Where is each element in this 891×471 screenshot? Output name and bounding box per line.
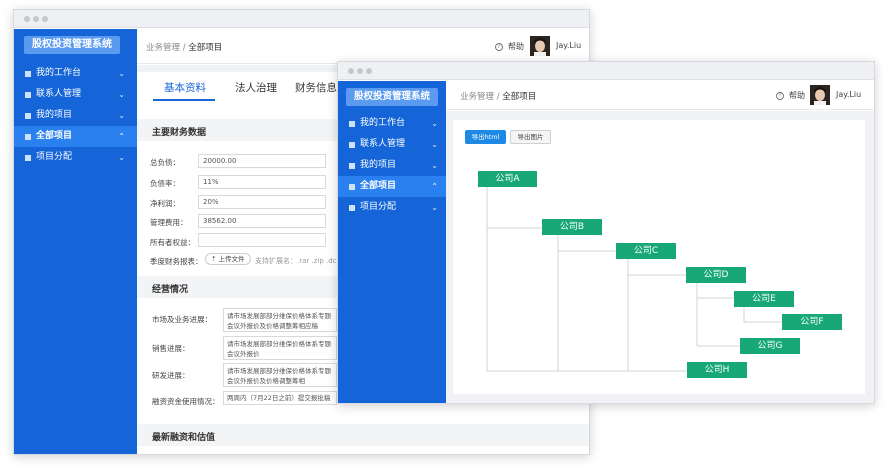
menu-square-icon	[25, 155, 31, 161]
report-label: 季度财务报表：	[150, 257, 203, 266]
sales-progress-textarea[interactable]: 请市场发展部部分维保价格体系专题会议外报价	[223, 336, 337, 360]
sidebar-item-all-projects[interactable]: 全部项目 ⌃	[338, 176, 446, 197]
sidebar-item-my-projects[interactable]: 我的项目 ⌄	[14, 105, 137, 126]
tab-finance[interactable]: 财务信息	[295, 80, 337, 95]
company-node-d[interactable]: 公司D	[686, 267, 746, 283]
company-node-g[interactable]: 公司G	[740, 338, 800, 354]
app-brand: 股权投资管理系统	[24, 36, 120, 54]
sidebar-item-contacts[interactable]: 联系人管理 ⌄	[14, 84, 137, 105]
field-label: 管理费用：	[150, 218, 188, 227]
chevron-up-icon: ⌃	[431, 182, 438, 191]
management-fee-input[interactable]: 38562.00	[198, 214, 326, 228]
ops-label: 销售进展：	[152, 344, 190, 353]
ops-label: 融资资金使用情况：	[152, 397, 220, 406]
field-label: 所有者权益：	[150, 238, 195, 247]
avatar[interactable]	[810, 85, 830, 105]
breadcrumb: 业务管理 / 全部项目	[460, 90, 536, 102]
breadcrumb-parent[interactable]: 业务管理 /	[460, 92, 500, 102]
debt-ratio-input[interactable]: 11%	[198, 175, 326, 189]
field-label: 净利润：	[150, 199, 180, 208]
sidebar-item-project-assign[interactable]: 项目分配 ⌄	[338, 197, 446, 218]
sidebar-nav: 我的工作台 ⌄ 联系人管理 ⌄ 我的项目 ⌄ 全部项目 ⌃ 项目分配 ⌄	[338, 113, 446, 218]
owner-equity-input[interactable]	[198, 233, 326, 247]
sidebar-item-project-assign[interactable]: 项目分配 ⌄	[14, 147, 137, 168]
chevron-down-icon: ⌄	[118, 153, 125, 162]
total-liability-input[interactable]: 20000.00	[198, 154, 326, 168]
breadcrumb: 业务管理 / 全部项目	[146, 41, 222, 53]
active-tab-indicator	[153, 99, 215, 101]
sidebar-item-workbench[interactable]: 我的工作台 ⌄	[14, 63, 137, 84]
upload-button[interactable]: ⇡ 上传文件	[205, 253, 251, 265]
company-node-a[interactable]: 公司A	[478, 171, 537, 187]
company-node-h[interactable]: 公司H	[687, 362, 747, 378]
menu-square-icon	[25, 134, 31, 140]
company-node-b[interactable]: 公司B	[542, 219, 602, 235]
question-icon: ?	[776, 91, 784, 100]
company-node-c[interactable]: 公司C	[616, 243, 676, 259]
menu-square-icon	[349, 184, 355, 190]
chevron-down-icon: ⌄	[431, 161, 438, 170]
breadcrumb-current: 全部项目	[502, 92, 537, 102]
chevron-up-icon: ⌃	[118, 132, 125, 141]
ops-label: 市场及业务进展：	[152, 315, 212, 324]
export-image-button[interactable]: 导出图片	[510, 130, 551, 144]
sidebar-item-all-projects[interactable]: 全部项目 ⌃	[14, 126, 137, 147]
sidebar-nav: 我的工作台 ⌄ 联系人管理 ⌄ 我的项目 ⌄ 全部项目 ⌃ 项目分配 ⌄	[14, 63, 137, 168]
upload-icon: ⇡	[211, 255, 219, 263]
avatar[interactable]	[530, 36, 550, 56]
window-titlebar	[14, 10, 589, 28]
help-link[interactable]: ? 帮助	[495, 41, 524, 52]
user-name[interactable]: Jay.Liu	[556, 41, 581, 50]
menu-square-icon	[349, 163, 355, 169]
top-header: 业务管理 / 全部项目 ? 帮助 Jay.Liu	[446, 80, 874, 110]
menu-square-icon	[349, 121, 355, 127]
section-funding: 最新融资和估值	[137, 424, 589, 446]
menu-square-icon	[25, 92, 31, 98]
menu-square-icon	[349, 142, 355, 148]
rd-progress-textarea[interactable]: 请市场发展部部分维保价格体系专题会议外报价及价格调整筹相	[223, 363, 337, 387]
field-label: 总负债：	[150, 158, 180, 167]
help-link[interactable]: ? 帮助	[776, 90, 805, 101]
breadcrumb-parent[interactable]: 业务管理 /	[146, 43, 186, 53]
sidebar: 股权投资管理系统 我的工作台 ⌄ 联系人管理 ⌄ 我的项目 ⌄ 全部项目 ⌃ 项目分配 ⌄	[14, 29, 137, 454]
menu-square-icon	[25, 71, 31, 77]
chevron-down-icon: ⌄	[431, 119, 438, 128]
question-icon: ?	[495, 42, 503, 51]
field-label: 负债率：	[150, 179, 180, 188]
sidebar-item-my-projects[interactable]: 我的项目 ⌄	[338, 155, 446, 176]
chevron-down-icon: ⌄	[118, 69, 125, 78]
net-profit-input[interactable]: 20%	[198, 195, 326, 209]
breadcrumb-current: 全部项目	[188, 43, 223, 53]
chevron-down-icon: ⌄	[118, 90, 125, 99]
ops-label: 研发进展：	[152, 371, 190, 380]
top-header: 业务管理 / 全部项目 ? 帮助 Jay.Liu	[137, 28, 589, 64]
tab-governance[interactable]: 法人治理	[235, 80, 277, 95]
menu-square-icon	[349, 205, 355, 211]
sidebar: 股权投资管理系统 我的工作台 ⌄ 联系人管理 ⌄ 我的项目 ⌄ 全部项目 ⌃ 项目分配 ⌄	[338, 81, 446, 403]
tab-basic-info[interactable]: 基本资料	[164, 80, 206, 95]
funding-usage-textarea[interactable]: 两周内（7月22日之前）提交报批稿报	[223, 391, 337, 405]
company-node-e[interactable]: 公司E	[734, 291, 794, 307]
company-node-f[interactable]: 公司F	[782, 314, 842, 330]
chevron-down-icon: ⌄	[431, 140, 438, 149]
export-html-button[interactable]: 导出html	[465, 130, 506, 144]
sidebar-item-workbench[interactable]: 我的工作台 ⌄	[338, 113, 446, 134]
chevron-down-icon: ⌄	[431, 203, 438, 212]
sidebar-item-contacts[interactable]: 联系人管理 ⌄	[338, 134, 446, 155]
upload-hint: 支持扩展名：.rar .zip .dc	[255, 257, 337, 265]
user-name[interactable]: Jay.Liu	[836, 90, 861, 99]
market-progress-textarea[interactable]: 请市场发展部部分维保价格体系专题会议外报价及价格调整筹相应稿	[223, 308, 337, 332]
app-brand: 股权投资管理系统	[346, 88, 439, 106]
chevron-down-icon: ⌄	[118, 111, 125, 120]
window-titlebar	[338, 62, 874, 80]
menu-square-icon	[25, 113, 31, 119]
